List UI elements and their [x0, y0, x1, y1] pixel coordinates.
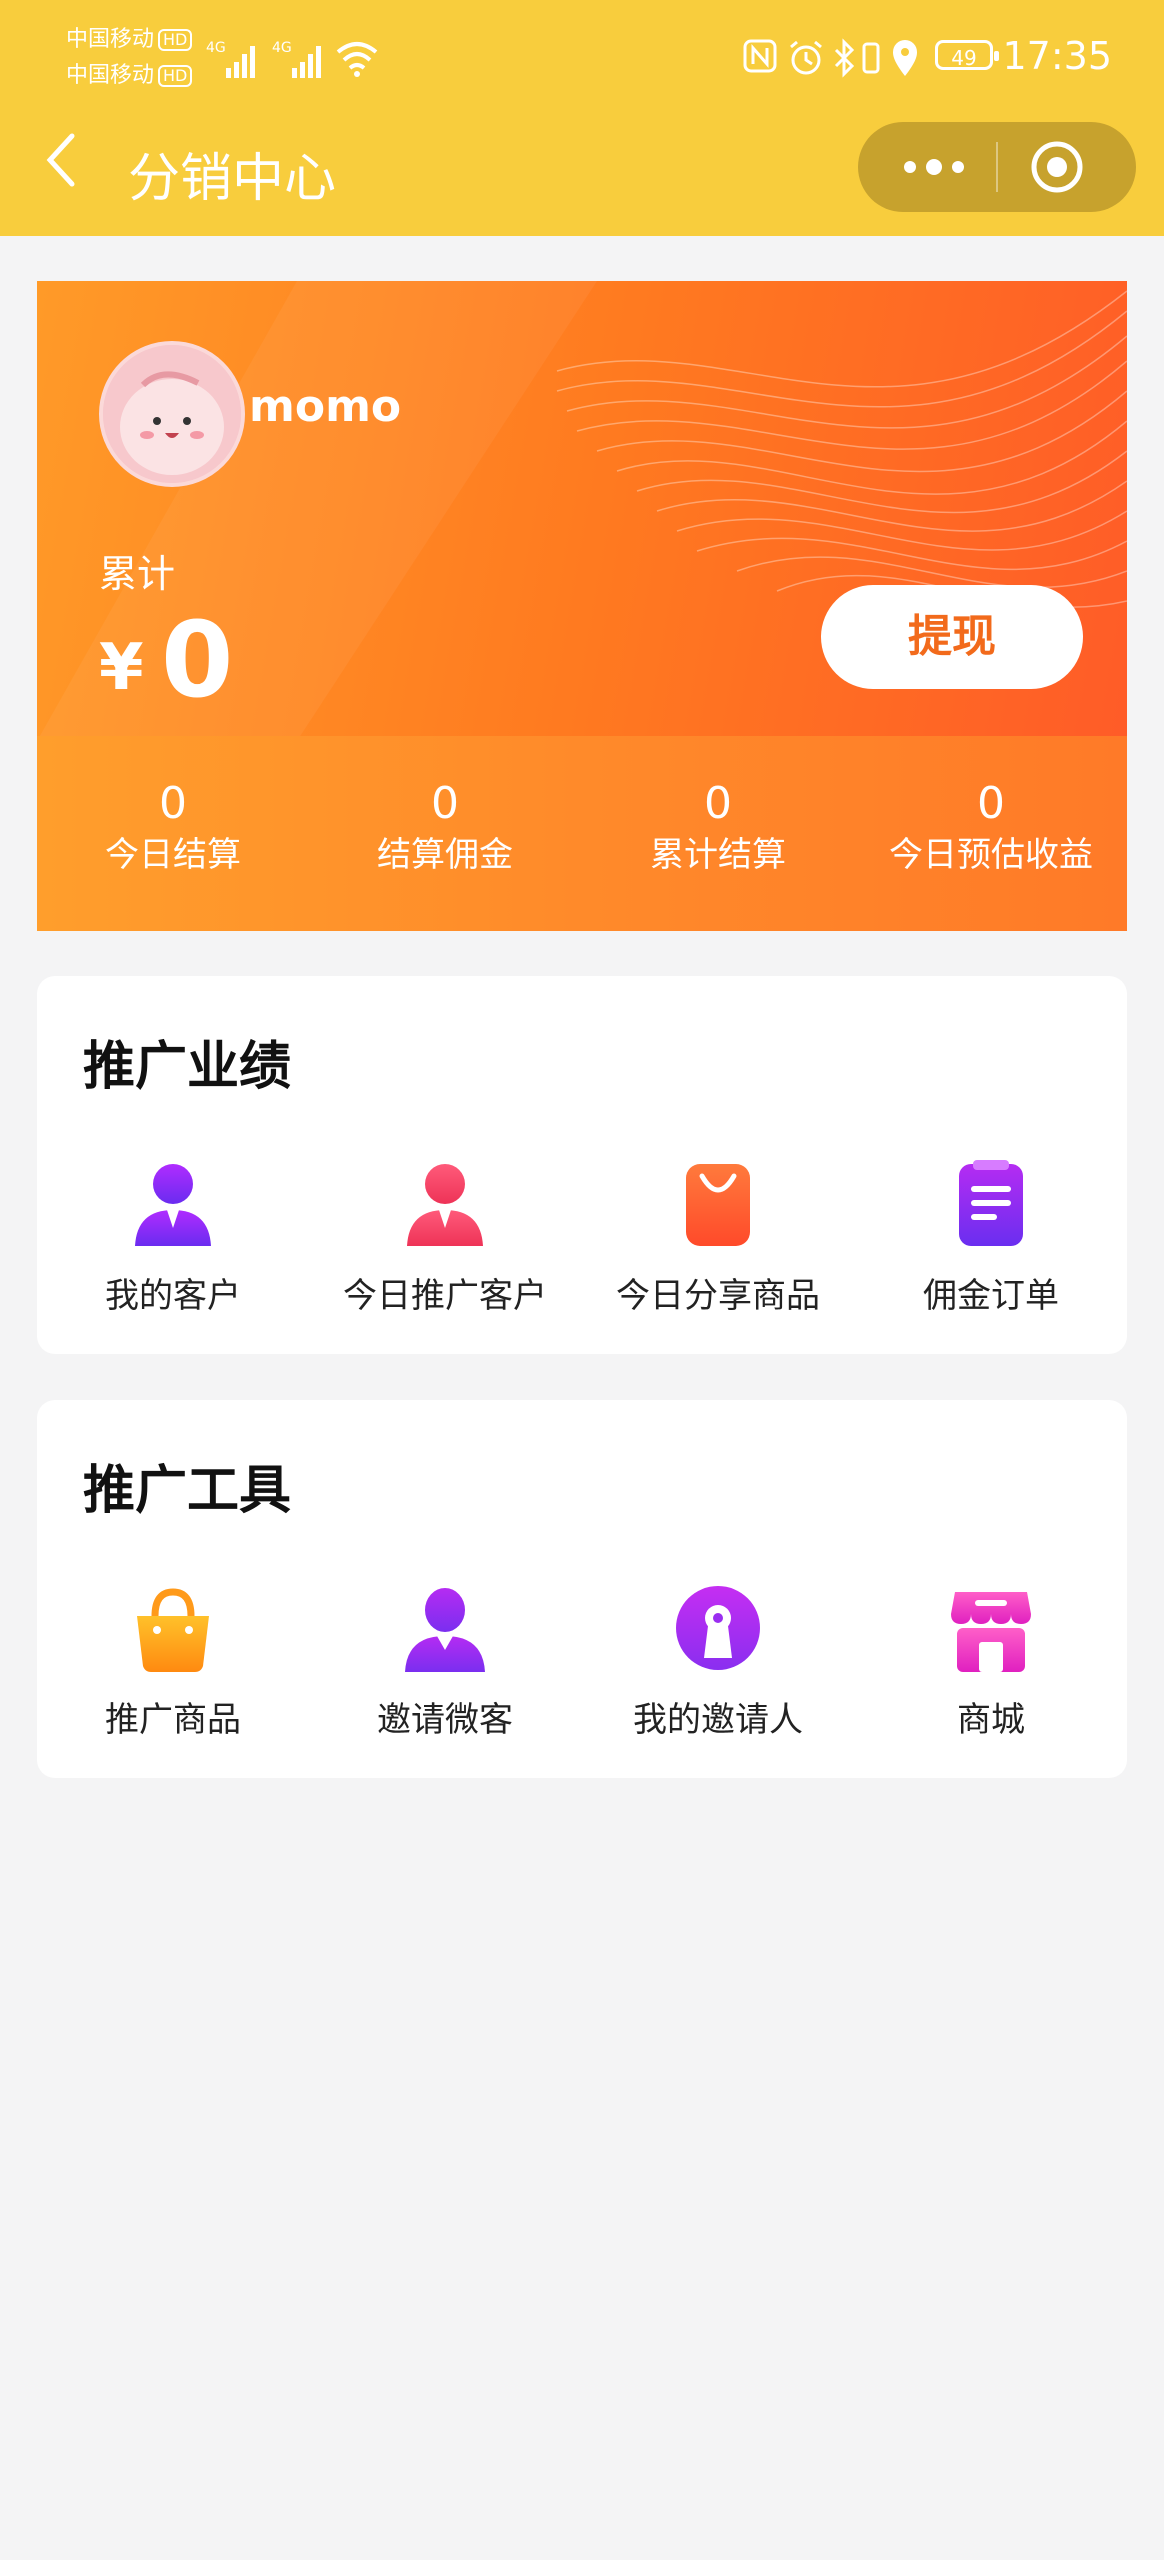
- today-promoted-customers-item[interactable]: 今日推广客户: [309, 1158, 581, 1317]
- invite-microguest-item[interactable]: 邀请微客: [309, 1582, 581, 1741]
- battery-indicator: 49: [935, 40, 999, 70]
- carrier-1-label: 中国移动: [66, 27, 155, 52]
- stat-value: 0: [431, 778, 459, 829]
- item-label: 我的邀请人: [633, 1700, 803, 1740]
- store-icon: [951, 1592, 1031, 1672]
- signal-icon: 4G: [206, 40, 255, 78]
- stat-total-settled[interactable]: 0 累计结算: [582, 779, 854, 877]
- shopping-bag-icon: [686, 1164, 750, 1246]
- stat-value: 0: [704, 778, 732, 829]
- location-icon: [893, 40, 917, 76]
- stat-label: 今日结算: [105, 835, 241, 875]
- promote-products-item[interactable]: 推广商品: [37, 1582, 309, 1741]
- page-title: 分销中心: [128, 149, 337, 209]
- basket-icon: [137, 1588, 209, 1672]
- top-bar: 中国移动 HD 中国移动 HD 4G 4G 49 17:35 分销中心: [0, 0, 1164, 236]
- item-label: 邀请微客: [377, 1700, 513, 1740]
- cumulative-label: 累计: [99, 552, 176, 596]
- person-icon: [135, 1164, 211, 1246]
- avatar[interactable]: [99, 341, 245, 487]
- commission-orders-item[interactable]: 佣金订单: [855, 1158, 1127, 1317]
- mall-item[interactable]: 商城: [855, 1582, 1127, 1741]
- item-label: 今日推广客户: [343, 1276, 547, 1316]
- stat-settled-commission[interactable]: 0 结算佣金: [309, 779, 581, 877]
- username: momo: [249, 381, 402, 432]
- person-icon: [405, 1588, 485, 1672]
- close-mini-program-icon[interactable]: [1030, 140, 1084, 194]
- item-label: 推广商品: [105, 1700, 241, 1740]
- item-label: 商城: [957, 1700, 1025, 1740]
- my-customers-item[interactable]: 我的客户: [37, 1158, 309, 1317]
- cumulative-amount: 0: [161, 599, 234, 721]
- hd-badge-2: HD: [158, 65, 193, 87]
- withdraw-button[interactable]: 提现: [821, 585, 1083, 689]
- more-icon[interactable]: [898, 122, 970, 212]
- my-inviter-item[interactable]: 我的邀请人: [582, 1582, 854, 1741]
- carrier-2: 中国移动 HD: [66, 62, 193, 90]
- signal-icon-2: 4G: [272, 40, 321, 78]
- back-icon[interactable]: [42, 130, 82, 190]
- currency-symbol: ¥: [99, 631, 144, 705]
- stat-value: 0: [977, 778, 1005, 829]
- stat-label: 今日预估收益: [889, 835, 1093, 875]
- avatar-image: [103, 345, 241, 483]
- performance-section: 推广业绩 我的客户 今日推广客户 今日分享商品 佣金订单: [37, 976, 1127, 1354]
- item-label: 今日分享商品: [616, 1276, 820, 1316]
- svg-text:4G: 4G: [206, 40, 226, 56]
- item-label: 我的客户: [105, 1276, 241, 1316]
- tools-section: 推广工具 推广商品 邀请微客 我的邀请人 商城: [37, 1400, 1127, 1778]
- carrier-1: 中国移动 HD: [66, 26, 193, 54]
- alarm-icon: [790, 40, 822, 75]
- capsule-divider: [996, 142, 998, 192]
- status-bar: 中国移动 HD 中国移动 HD 4G 4G 49 17:35: [0, 0, 1164, 110]
- nfc-icon: [743, 39, 777, 73]
- person-icon: [407, 1164, 483, 1246]
- stat-today-settled[interactable]: 0 今日结算: [37, 779, 309, 877]
- carrier-2-label: 中国移动: [66, 63, 155, 88]
- mini-program-capsule: [858, 122, 1136, 212]
- stat-value: 0: [159, 778, 187, 829]
- today-shared-products-item[interactable]: 今日分享商品: [582, 1158, 854, 1317]
- section-title: 推广工具: [83, 1461, 292, 1521]
- bluetooth-icon: [834, 38, 855, 78]
- clipboard-icon: [959, 1160, 1023, 1246]
- wifi-icon: [336, 42, 378, 77]
- section-title: 推广业绩: [83, 1037, 292, 1097]
- earnings-card: momo 累计 ¥ 0 提现 0 今日结算 0 结算佣金 0 累计结算 0 今日…: [37, 281, 1127, 931]
- item-label: 佣金订单: [923, 1276, 1059, 1316]
- keyhole-icon: [676, 1586, 760, 1670]
- stat-label: 结算佣金: [377, 835, 513, 875]
- stat-today-estimated[interactable]: 0 今日预估收益: [855, 779, 1127, 877]
- clock: 17:35: [1002, 34, 1112, 78]
- phone-battery-icon: [862, 42, 880, 74]
- hd-badge: HD: [158, 29, 193, 51]
- stat-label: 累计结算: [650, 835, 786, 875]
- svg-text:4G: 4G: [272, 40, 292, 56]
